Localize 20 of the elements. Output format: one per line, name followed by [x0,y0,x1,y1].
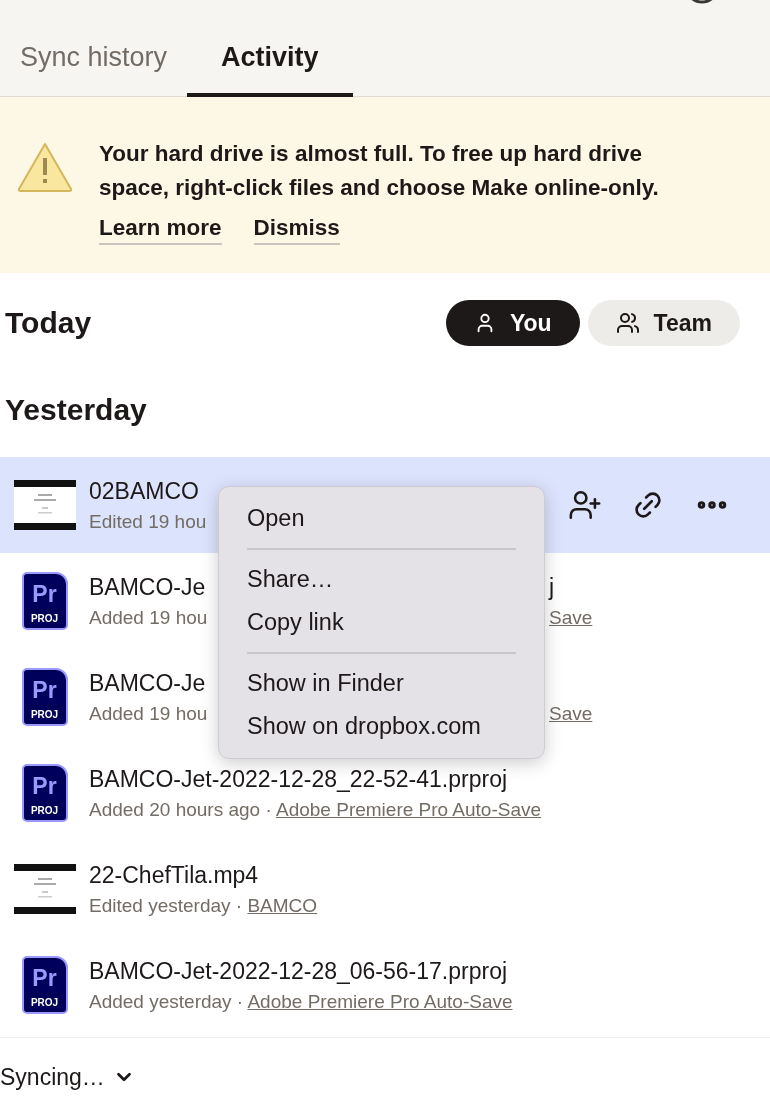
file-meta: Added yesterday · [89,990,245,1012]
premiere-file-icon: Pr PROJ [21,572,68,630]
warning-message: Your hard drive is almost full. To free up hard drive space, right-click files and choose Make online-only. [99,140,660,202]
file-name: j [549,573,555,601]
file-meta: Added 19 hou [89,606,208,628]
premiere-file-icon: Pr PROJ [21,764,68,822]
file-name: BAMCO-Jet-2022-12-28_22-52-41.prproj [89,765,508,792]
file-name: BAMCO-Je [89,573,206,600]
section-heading: Today [5,306,92,340]
premiere-file-icon: Pr PROJ [21,956,68,1014]
file-name: 02BAMCO [89,477,199,504]
premiere-file-icon: Pr PROJ [21,668,68,726]
file-meta: Added 19 hou [89,702,208,724]
file-meta: Added 20 hours ago · [89,798,273,820]
file-meta: Edited yesterday · [89,894,244,916]
file-name: BAMCO-Je [89,669,206,696]
file-name: BAMCO-Jet-2022-12-28_06-56-17.prproj [89,957,508,984]
file-name: 22-ChefTila.mp4 [89,861,259,888]
file-meta: Edited 19 hou [89,510,207,532]
section-heading: Yesterday [5,393,148,427]
